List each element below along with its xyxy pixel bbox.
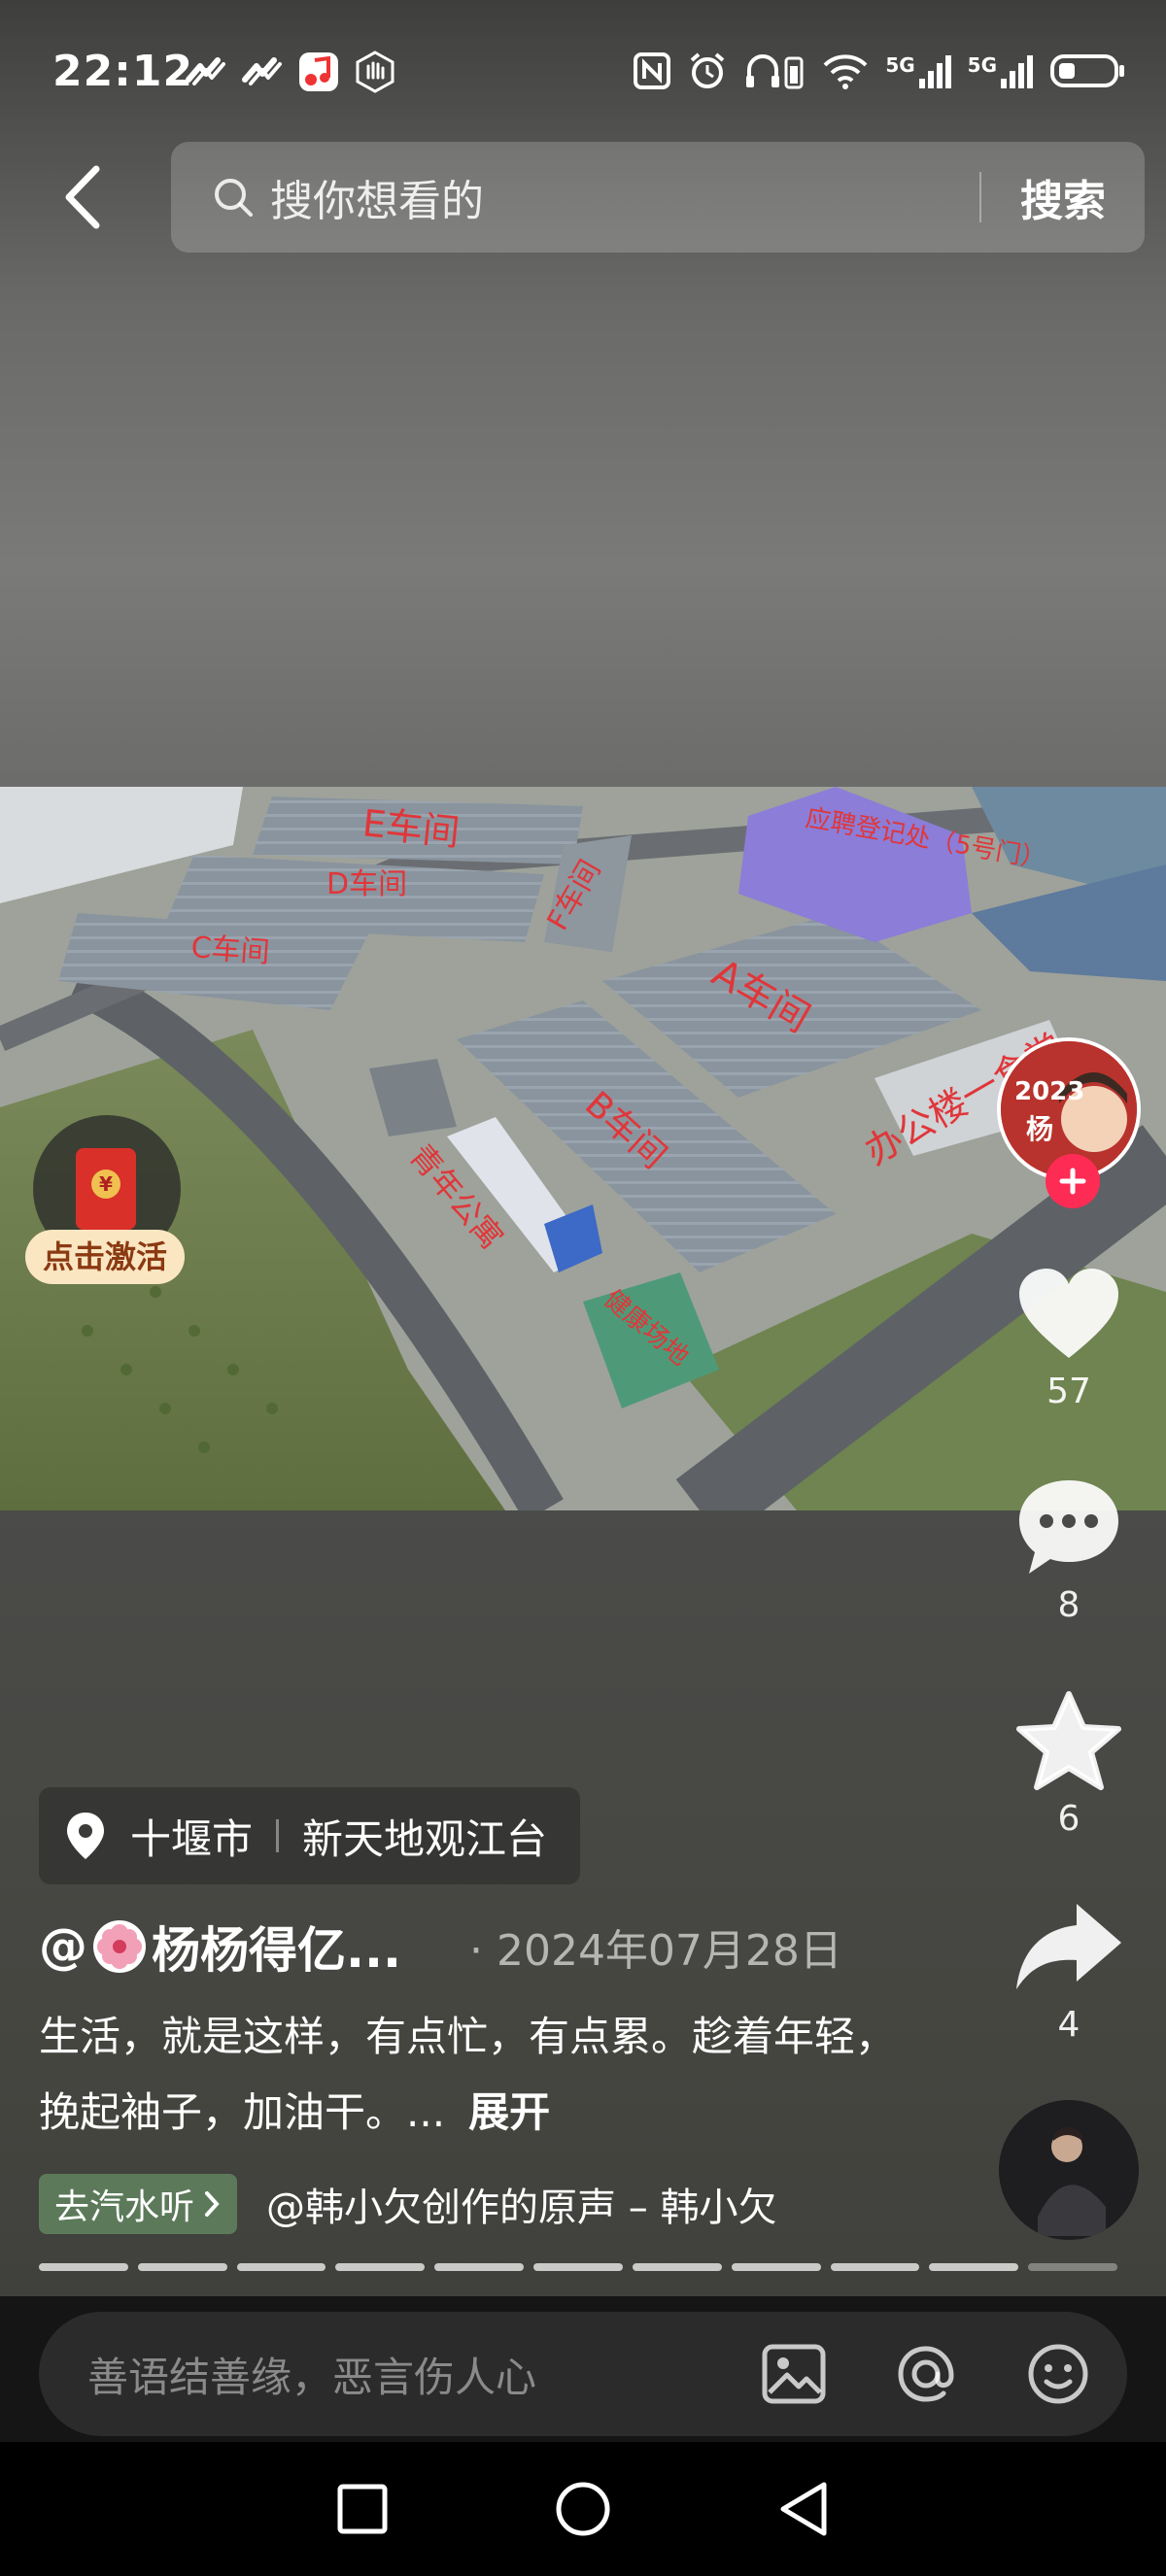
music-chip-label: 去汽水听 xyxy=(54,2187,195,2227)
share-count: 4 xyxy=(1057,2005,1080,2045)
music-disc[interactable] xyxy=(999,2100,1139,2240)
hand-icon xyxy=(356,51,394,93)
progress-segment xyxy=(1028,2263,1117,2271)
comment-placeholder[interactable]: 善语结善缘，恶言伤人心 xyxy=(87,2345,760,2404)
tiktok-icon xyxy=(186,57,225,85)
avatar-badge: 2023 xyxy=(1014,1077,1084,1106)
progress-segment xyxy=(533,2263,623,2271)
image-picker-button[interactable] xyxy=(760,2340,828,2408)
back-button[interactable] xyxy=(49,155,117,239)
signal-label: 5G xyxy=(967,53,997,77)
music-app-icon xyxy=(299,52,338,91)
signal-label: 5G xyxy=(885,53,915,77)
red-packet-widget[interactable]: ¥ 点击激活 xyxy=(25,1115,185,1290)
post-date: · 2024年07月28日 xyxy=(468,1926,842,1976)
tiktok-icon xyxy=(242,57,282,85)
chevron-left-icon xyxy=(65,165,100,229)
favorite-count: 6 xyxy=(1057,1799,1080,1839)
progress-segment xyxy=(830,2263,920,2271)
music-row: 去汽水听 @韩小欠创作的原声 – 韩小欠 xyxy=(39,2174,776,2234)
share-action[interactable]: 4 xyxy=(1001,1900,1137,2045)
coin-icon: ¥ xyxy=(91,1169,120,1199)
location-city: 十堰市 xyxy=(130,1814,254,1863)
recent-apps-icon[interactable] xyxy=(336,2483,389,2535)
author-name[interactable]: 杨杨得亿... xyxy=(152,1912,401,1982)
signal-5g-icon: 5G xyxy=(968,53,1034,88)
battery-icon xyxy=(1050,54,1124,87)
signal-5g-icon: 5G xyxy=(885,53,951,88)
headphones-battery-icon xyxy=(746,54,804,89)
open-in-music-app-button[interactable]: 去汽水听 xyxy=(39,2174,238,2234)
comment-action[interactable]: 8 xyxy=(1001,1476,1137,1625)
progress-segment xyxy=(39,2263,128,2271)
search-bar[interactable]: 搜你想看的 搜索 xyxy=(171,142,1145,253)
music-cover-image xyxy=(999,2100,1139,2240)
location-chip[interactable]: 十堰市 新天地观江台 xyxy=(39,1787,581,1884)
progress-segment xyxy=(929,2263,1019,2271)
comment-bubble-icon xyxy=(1019,1480,1118,1574)
at-sign-icon xyxy=(898,2346,954,2402)
chevron-right-icon xyxy=(205,2191,220,2217)
music-title[interactable]: @韩小欠创作的原声 – 韩小欠 xyxy=(266,2176,776,2232)
red-packet-label[interactable]: 点击激活 xyxy=(25,1230,185,1284)
map-label-d: D车间 xyxy=(326,867,407,901)
like-action[interactable]: 57 xyxy=(1001,1267,1137,1411)
search-icon xyxy=(215,179,253,217)
status-bar: 22:12 5G 5G xyxy=(0,0,1166,146)
author-line: @ 杨杨得亿... · 2024年07月28日 xyxy=(39,1912,842,1982)
follow-button[interactable] xyxy=(1046,1154,1100,1208)
caption-text: 生活，就是这样，有点忙，有点累。趁着年轻，挽起袖子，加油干。... xyxy=(39,2013,897,2136)
heart-icon xyxy=(1019,1269,1118,1358)
search-input[interactable]: 搜你想看的 xyxy=(270,166,979,228)
video-progress[interactable] xyxy=(39,2263,1117,2271)
star-icon xyxy=(1016,1691,1121,1790)
location-pin-icon xyxy=(67,1813,104,1859)
system-nav-bar xyxy=(0,2442,1166,2576)
smiley-icon xyxy=(1028,2344,1088,2404)
search-submit-button[interactable]: 搜索 xyxy=(1020,166,1106,228)
emoji-button[interactable] xyxy=(1024,2340,1092,2408)
nfc-icon xyxy=(634,52,671,89)
progress-segment xyxy=(731,2263,821,2271)
home-icon[interactable] xyxy=(554,2480,612,2538)
mention-button[interactable] xyxy=(892,2340,960,2408)
comment-count: 8 xyxy=(1057,1585,1080,1625)
back-nav-icon[interactable] xyxy=(777,2480,830,2538)
plus-icon xyxy=(1059,1168,1086,1195)
expand-button[interactable]: 展开 xyxy=(468,2088,550,2136)
progress-segment xyxy=(137,2263,227,2271)
flower-icon xyxy=(93,1920,146,1973)
status-time: 22:12 xyxy=(52,47,194,96)
caption: 生活，就是这样，有点忙，有点累。趁着年轻，挽起袖子，加油干。... 展开 xyxy=(39,1999,913,2151)
progress-segment xyxy=(632,2263,722,2271)
alarm-icon xyxy=(691,52,725,88)
notification-icons xyxy=(185,51,396,93)
share-arrow-icon xyxy=(1016,1904,1121,1989)
location-divider xyxy=(276,1819,280,1852)
comment-input[interactable]: 善语结善缘，恶言伤人心 xyxy=(39,2312,1127,2436)
wifi-icon xyxy=(823,54,868,89)
avatar-name-char: 杨 xyxy=(1026,1113,1053,1145)
image-icon xyxy=(762,2344,826,2404)
like-count: 57 xyxy=(1046,1372,1091,1411)
system-icons: 5G 5G xyxy=(633,51,1127,91)
favorite-action[interactable]: 6 xyxy=(1001,1690,1137,1839)
author-at: @ xyxy=(39,1918,87,1975)
map-label-c: C车间 xyxy=(189,931,270,970)
search-divider xyxy=(979,172,981,222)
progress-segment xyxy=(434,2263,525,2271)
progress-segment xyxy=(236,2263,326,2271)
location-place: 新天地观江台 xyxy=(302,1814,548,1863)
progress-segment xyxy=(335,2263,426,2271)
